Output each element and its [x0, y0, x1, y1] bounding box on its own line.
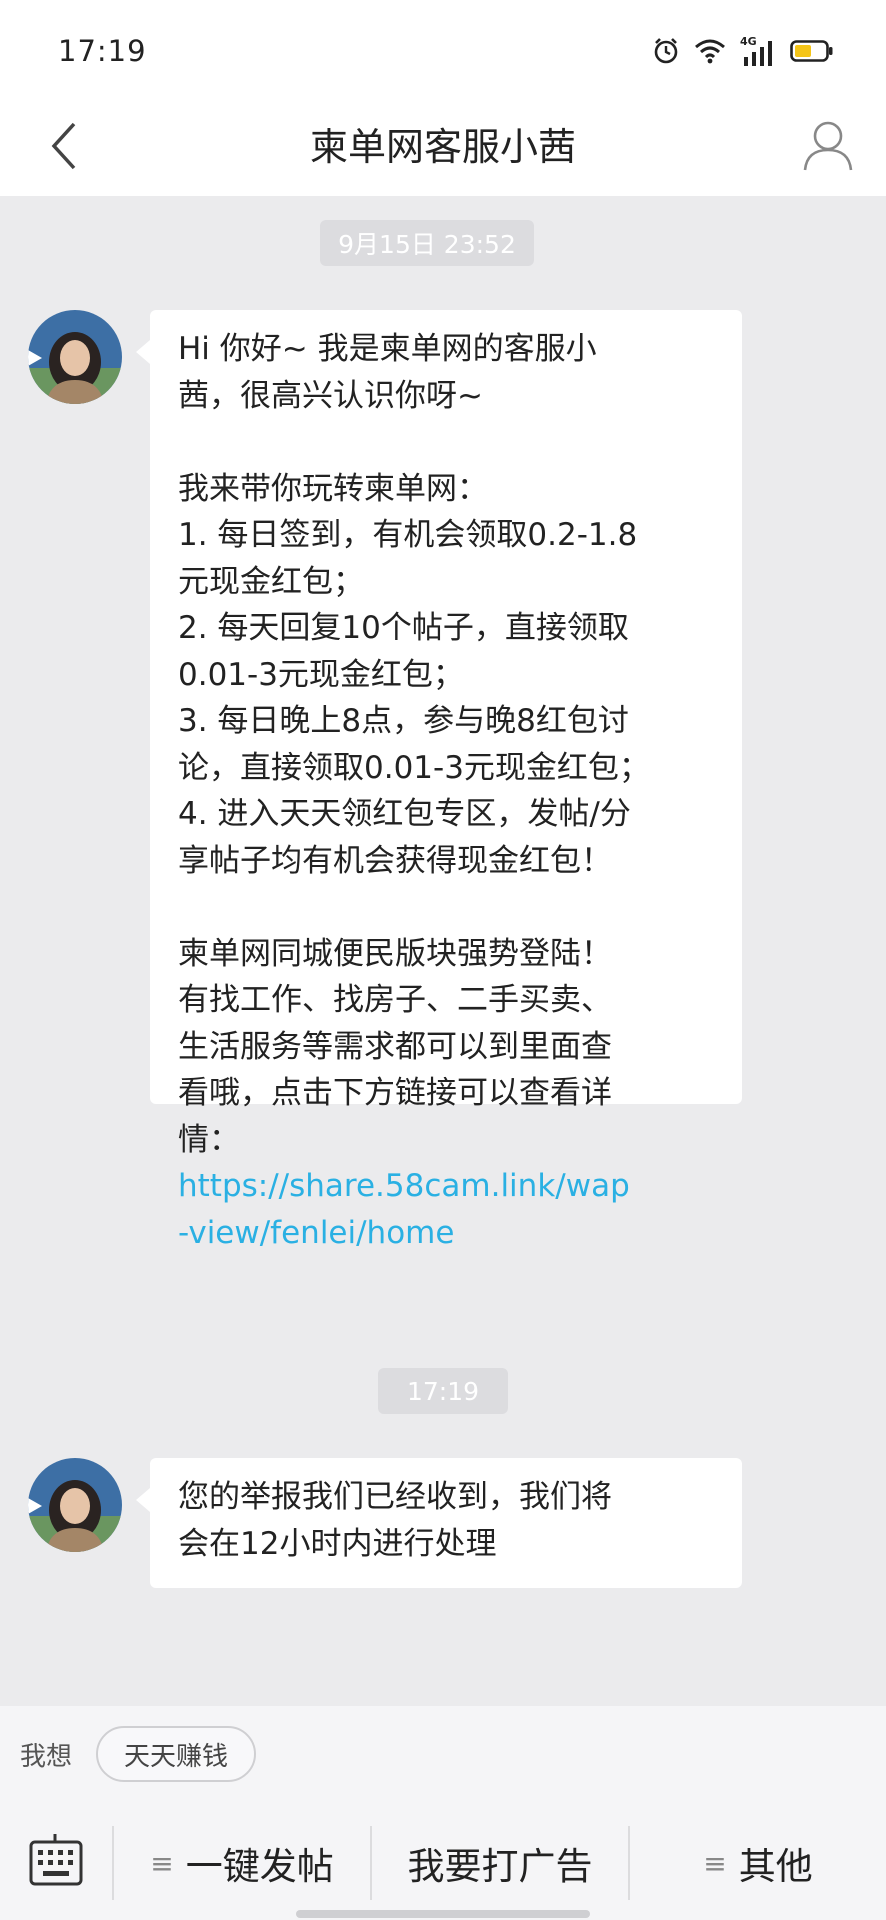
menu-button-post[interactable]: ≡ 一键发帖 [114, 1826, 370, 1900]
message-timestamp: 17:19 [378, 1368, 508, 1414]
message-bubble[interactable]: Hi 你好~ 我是柬单网的客服小 茜，很高兴认识你呀~ 我来带你玩转柬单网： 1… [136, 310, 742, 1251]
home-indicator[interactable] [296, 1910, 590, 1918]
keyboard-toggle-button[interactable] [20, 1826, 92, 1898]
quick-reply-label: 我想 [20, 1742, 73, 1772]
keyboard-icon [29, 1834, 83, 1890]
message-link[interactable]: https://share.58cam.link/wap -view/fenle… [178, 1163, 716, 1256]
alarm-icon [652, 37, 680, 69]
message-text: 柬单网同城便民版块强势登陆！ 有找工作、找房子、二手买卖、 生活服务等需求都可以… [178, 935, 612, 1158]
menu-button-label: 其他 [738, 1845, 813, 1888]
person-icon [803, 120, 853, 176]
page-title: 柬单网客服小茜 [309, 125, 576, 169]
status-icons: 4G [652, 35, 834, 69]
quick-reply-bar: 我想 天天赚钱 [0, 1706, 886, 1806]
wifi-icon [694, 38, 726, 68]
avatar[interactable] [28, 310, 122, 404]
message-timestamp: 9月15日 23:52 [320, 220, 534, 266]
battery-icon [790, 38, 834, 68]
menu-button-advertise[interactable]: 我要打广告 [372, 1826, 628, 1900]
message-text: 您的举报我们已经收到，我们将 会在12小时内进行处理 [178, 1479, 612, 1562]
message-text: Hi 你好~ 我是柬单网的客服小 茜，很高兴认识你呀~ [178, 331, 597, 414]
menu-button-other[interactable]: ≡ 其他 [630, 1826, 886, 1900]
status-time: 17:19 [58, 34, 147, 68]
message-bubble[interactable]: 您的举报我们已经收到，我们将 会在12小时内进行处理 [136, 1458, 742, 1588]
avatar[interactable] [28, 1458, 122, 1552]
quick-reply-chip[interactable]: 天天赚钱 [96, 1726, 256, 1782]
message-text: 我来带你玩转柬单网： 1. 每日签到，有机会领取0.2-1.8 元现金红包； 2… [178, 470, 650, 879]
bottom-menu-bar: ≡ 一键发帖 我要打广告 ≡ 其他 [0, 1806, 886, 1920]
status-bar: 17:19 4G [0, 0, 886, 100]
menu-lines-icon: ≡ [703, 1846, 727, 1880]
chat-area[interactable]: 9月15日 23:52 Hi 你好~ 我是柬单网的客服小 茜，很高兴认识你呀~ … [0, 196, 886, 1706]
chat-header: 柬单网客服小茜 [0, 100, 886, 196]
menu-button-label: 一键发帖 [185, 1845, 334, 1888]
signal-icon: 4G [740, 35, 776, 67]
profile-button[interactable] [796, 112, 860, 184]
menu-lines-icon: ≡ [150, 1846, 174, 1880]
menu-button-label: 我要打广告 [407, 1845, 593, 1888]
